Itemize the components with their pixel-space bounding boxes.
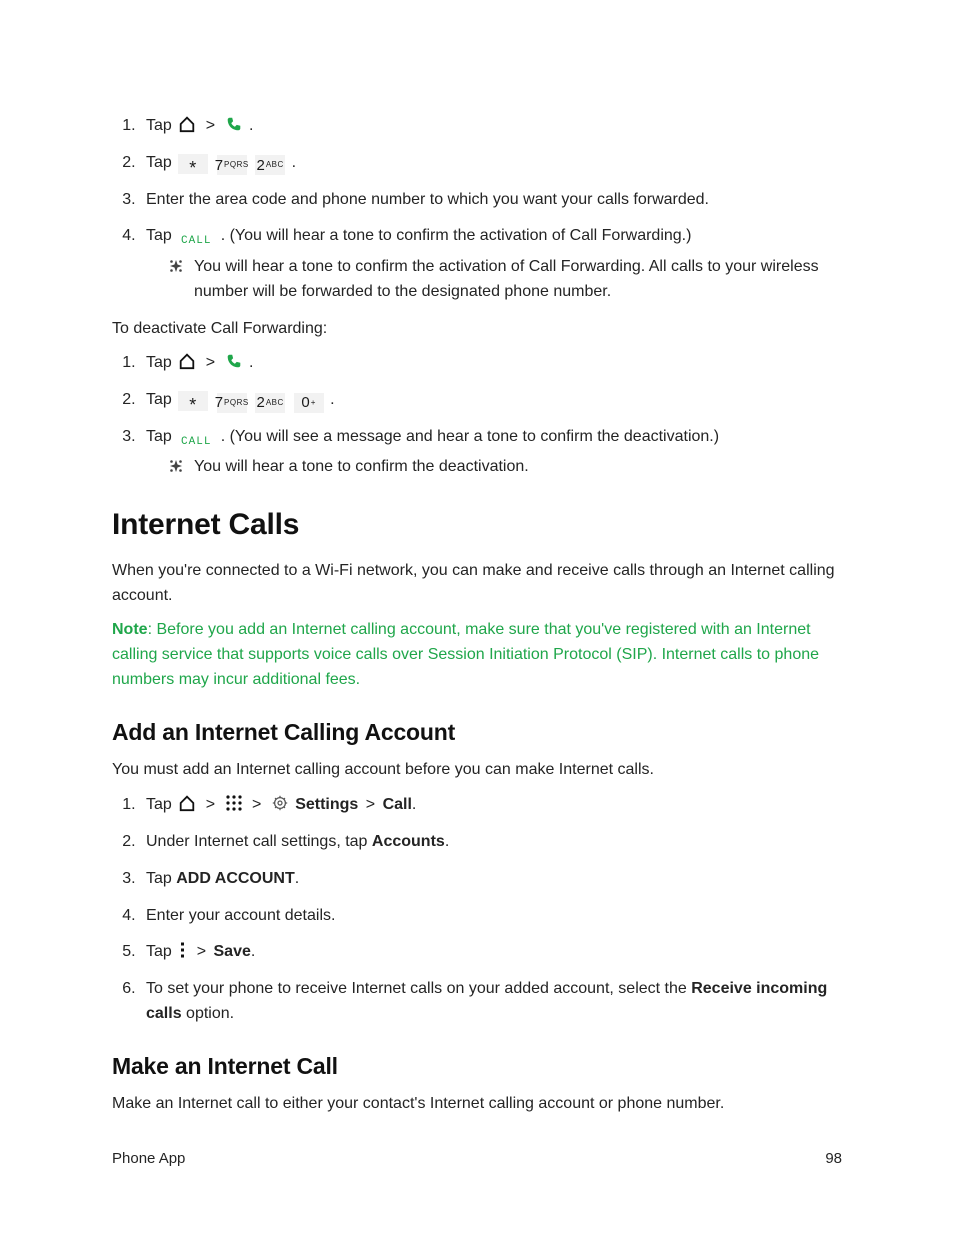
footer-section: Phone App: [112, 1150, 185, 1167]
separator: >: [197, 943, 206, 960]
activate-step-4: Tap CALL . (You will hear a tone to conf…: [140, 224, 842, 304]
step-text: Tap: [146, 428, 176, 445]
dot: .: [445, 833, 449, 850]
step-text: Tap: [146, 796, 172, 813]
page-footer: Phone App 98: [112, 1150, 842, 1167]
call-label: Call: [383, 796, 412, 813]
step-text: Under Internet call settings, tap: [146, 833, 372, 850]
tip-text: You will hear a tone to confirm the deac…: [194, 455, 529, 480]
activate-step-1: Tap > .: [140, 114, 842, 139]
step-text: Tap: [146, 117, 172, 134]
deactivate-intro: To deactivate Call Forwarding:: [112, 317, 842, 342]
add-account-step-5: Tap > Save.: [140, 940, 842, 965]
separator: >: [206, 354, 215, 371]
deactivate-step-1: Tap > .: [140, 351, 842, 376]
dialpad-key-2: 2ABC: [255, 393, 285, 413]
dialpad-key-0: 0+: [294, 393, 324, 413]
activate-step-2: Tap * 7PQRS 2ABC .: [140, 151, 842, 176]
dialpad-key-7: 7PQRS: [217, 393, 247, 413]
dot: .: [295, 870, 299, 887]
separator: >: [206, 117, 215, 134]
tip-icon: [168, 458, 184, 474]
dialpad-key-star: *: [178, 154, 208, 174]
add-account-step-3: Tap ADD ACCOUNT.: [140, 867, 842, 892]
dialpad-key-star: *: [178, 391, 208, 411]
add-account-step-2: Under Internet call settings, tap Accoun…: [140, 830, 842, 855]
step-text: . (You will hear a tone to confirm the a…: [221, 227, 692, 244]
step-text: To set your phone to receive Internet ca…: [146, 980, 691, 997]
settings-label: Settings: [295, 796, 358, 813]
dot: .: [330, 391, 334, 408]
step-text: Tap: [146, 154, 172, 171]
internet-calls-intro: When you're connected to a Wi-Fi network…: [112, 559, 842, 609]
call-button: CALL: [178, 433, 214, 451]
dialpad-key-2: 2ABC: [255, 155, 285, 175]
heading-make-call: Make an Internet Call: [112, 1049, 842, 1085]
step-text: Tap: [146, 227, 176, 244]
call-button: CALL: [178, 233, 214, 251]
make-call-intro: Make an Internet call to either your con…: [112, 1092, 842, 1117]
dot: .: [249, 354, 253, 371]
step-text: Tap: [146, 870, 176, 887]
heading-add-account: Add an Internet Calling Account: [112, 715, 842, 751]
add-account-step-4: Enter your account details.: [140, 904, 842, 929]
tip-text: You will hear a tone to confirm the acti…: [194, 255, 842, 305]
step-text: . (You will see a message and hear a ton…: [221, 428, 719, 445]
footer-page: 98: [825, 1150, 842, 1167]
deactivate-step-3: Tap CALL . (You will see a message and h…: [140, 425, 842, 480]
step-text: Enter the area code and phone number to …: [146, 191, 709, 208]
deactivate-step-2: Tap * 7PQRS 2ABC 0+ .: [140, 388, 842, 413]
heading-internet-calls: Internet Calls: [112, 502, 842, 549]
gear-icon: [271, 794, 289, 812]
step-text: Enter your account details.: [146, 907, 335, 924]
dot: .: [249, 117, 253, 134]
phone-icon: [225, 115, 243, 133]
step-text: Tap: [146, 943, 172, 960]
home-icon: [178, 115, 196, 133]
add-account-step-1: Tap > > Settings > Call.: [140, 793, 842, 818]
note-body: : Before you add an Internet calling acc…: [112, 621, 819, 688]
step-text: Tap: [146, 354, 172, 371]
dot: .: [412, 796, 416, 813]
step-text: Tap: [146, 391, 172, 408]
note: Note: Before you add an Internet calling…: [112, 618, 842, 692]
add-account-intro: You must add an Internet calling account…: [112, 758, 842, 783]
tip-icon: [168, 258, 184, 274]
apps-icon: [225, 794, 243, 812]
home-icon: [178, 794, 196, 812]
menu-dots-icon: [178, 941, 187, 959]
deactivate-steps: Tap > . Tap * 7PQRS 2ABC 0+ . Tap CALL .…: [112, 351, 842, 480]
dialpad-key-7: 7PQRS: [217, 155, 247, 175]
activate-step-3: Enter the area code and phone number to …: [140, 188, 842, 213]
step-text: option.: [182, 1005, 234, 1022]
add-account-step-6: To set your phone to receive Internet ca…: [140, 977, 842, 1027]
save-label: Save: [214, 943, 251, 960]
activate-steps: Tap > . Tap * 7PQRS 2ABC . Enter the are…: [112, 114, 842, 305]
tip-row: You will hear a tone to confirm the deac…: [168, 455, 842, 480]
home-icon: [178, 352, 196, 370]
tip-row: You will hear a tone to confirm the acti…: [168, 255, 842, 305]
note-label: Note: [112, 621, 148, 638]
separator: >: [252, 796, 261, 813]
accounts-label: Accounts: [372, 833, 445, 850]
add-account-steps: Tap > > Settings > Call. Under Internet …: [112, 793, 842, 1027]
add-account-label: ADD ACCOUNT: [176, 870, 295, 887]
phone-icon: [225, 352, 243, 370]
dot: .: [251, 943, 255, 960]
separator: >: [206, 796, 215, 813]
separator: >: [366, 796, 375, 813]
dot: .: [292, 154, 296, 171]
